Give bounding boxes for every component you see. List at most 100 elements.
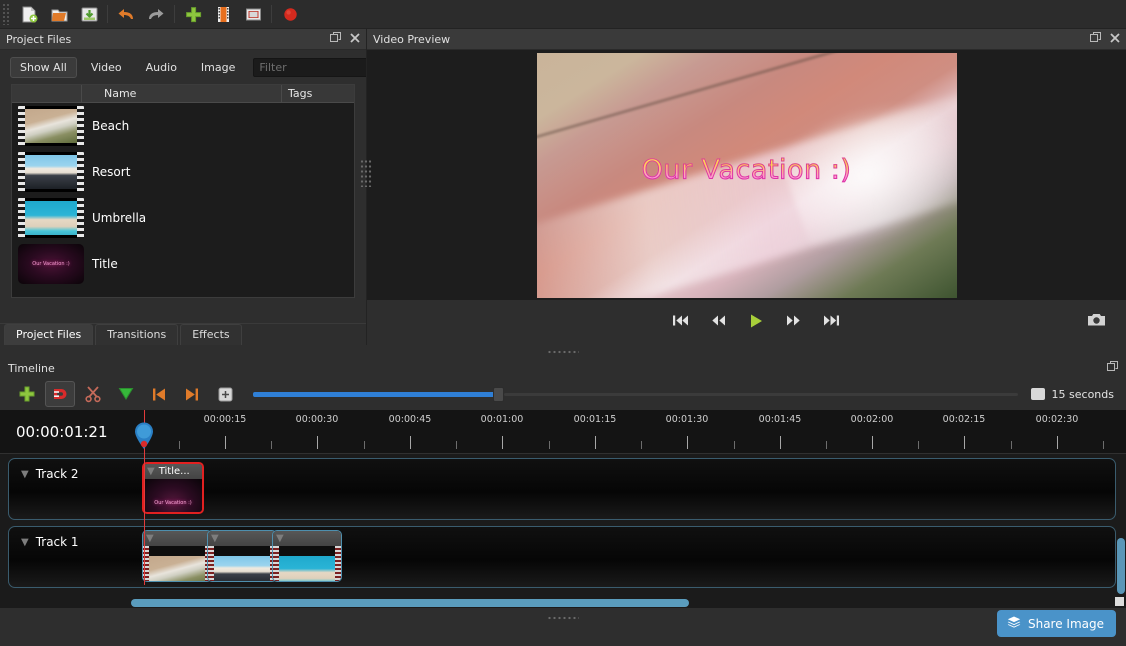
timeline-clip-resort[interactable]: ▼ — [207, 530, 277, 582]
zoom-slider-track — [504, 393, 1018, 396]
jump-to-start-button[interactable] — [672, 314, 689, 327]
thumbnail-image — [25, 109, 77, 143]
float-panel-icon[interactable] — [330, 32, 341, 46]
timeline-clip-beach[interactable]: ▼ — [142, 530, 212, 582]
jump-to-end-button[interactable] — [823, 314, 840, 327]
video-frame: Our Vacation :) — [537, 53, 957, 298]
toolbar-separator — [107, 5, 108, 23]
float-panel-icon[interactable] — [1090, 32, 1101, 46]
filter-show-all-button[interactable]: Show All — [10, 57, 77, 78]
ruler-label: 00:01:30 — [666, 414, 709, 425]
playhead-marker[interactable] — [133, 422, 155, 448]
redo-icon[interactable] — [141, 1, 171, 27]
clip-thumbnail — [208, 546, 276, 582]
save-frame-icon[interactable] — [1087, 312, 1106, 330]
previous-marker-button[interactable] — [144, 381, 174, 407]
timeline-zoom-slider[interactable] — [253, 384, 1018, 404]
ruler-tick-minor — [271, 441, 272, 449]
track-row-1[interactable]: ▼ Track 1 ▼ ▼ — [8, 526, 1116, 588]
undo-icon[interactable] — [111, 1, 141, 27]
export-video-icon[interactable] — [275, 1, 305, 27]
add-marker-button[interactable] — [111, 381, 141, 407]
clip-label: Title... — [159, 466, 190, 477]
file-thumbnail-resort — [18, 152, 84, 192]
tab-effects[interactable]: Effects — [180, 324, 241, 345]
panel-splitter-handle[interactable] — [360, 159, 372, 187]
rewind-button[interactable] — [710, 314, 727, 327]
file-name: Resort — [84, 165, 130, 179]
snapping-toggle-button[interactable] — [45, 381, 75, 407]
float-panel-icon[interactable] — [1107, 361, 1118, 375]
chevron-down-icon[interactable]: ▼ — [276, 533, 284, 544]
fullscreen-icon[interactable] — [238, 1, 268, 27]
play-button[interactable] — [748, 313, 764, 329]
tab-transitions[interactable]: Transitions — [95, 324, 178, 345]
timeline-ruler[interactable]: 00:00:01:21 00:00:15 00:00:30 00:00:45 0… — [0, 410, 1126, 454]
project-files-list[interactable]: Name Tags Beach Resort — [11, 84, 355, 298]
playback-controls — [367, 300, 1126, 341]
ruler-tick-minor — [1011, 441, 1012, 449]
clip-header: ▼ Title... — [144, 464, 202, 479]
chevron-down-icon[interactable]: ▼ — [146, 533, 154, 544]
project-files-title: Project Files — [6, 33, 330, 46]
save-project-icon[interactable] — [74, 1, 104, 27]
ruler-tick-major — [595, 436, 596, 449]
track-label-1: ▼ Track 1 — [21, 535, 79, 549]
ruler-tick-minor — [179, 441, 180, 449]
list-item[interactable]: Resort — [12, 149, 354, 195]
toolbar-drag-grip[interactable] — [2, 3, 10, 25]
ruler-label: 00:01:00 — [481, 414, 524, 425]
next-marker-button[interactable] — [177, 381, 207, 407]
new-project-icon[interactable] — [14, 1, 44, 27]
add-track-button[interactable] — [12, 381, 42, 407]
clip-image — [149, 556, 205, 582]
horizontal-splitter[interactable] — [0, 345, 1126, 358]
zoom-slider-handle[interactable] — [493, 387, 504, 402]
tab-project-files[interactable]: Project Files — [4, 324, 93, 345]
center-playhead-button[interactable] — [210, 381, 240, 407]
file-list-header: Name Tags — [12, 85, 354, 103]
choose-profile-icon[interactable] — [208, 1, 238, 27]
video-preview-stage[interactable]: Our Vacation :) — [367, 50, 1126, 300]
timeline-horizontal-scrollbar[interactable] — [131, 599, 689, 607]
chevron-down-icon[interactable]: ▼ — [21, 537, 29, 548]
close-panel-icon[interactable] — [350, 33, 360, 46]
thumbnail-image — [25, 155, 77, 189]
bottom-splitter[interactable] — [0, 611, 1126, 624]
upper-panels: Project Files Show All Video Audio — [0, 29, 1126, 345]
share-image-button[interactable]: Share Image — [997, 610, 1116, 637]
timeline-clip-umbrella[interactable]: ▼ — [272, 530, 342, 582]
timeline-body: 00:00:01:21 00:00:15 00:00:30 00:00:45 0… — [0, 410, 1126, 609]
ruler-tick-minor — [456, 441, 457, 449]
chevron-down-icon[interactable]: ▼ — [147, 466, 155, 477]
clip-header: ▼ — [273, 531, 341, 546]
close-panel-icon[interactable] — [1110, 33, 1120, 46]
chevron-down-icon[interactable]: ▼ — [21, 469, 29, 480]
ruler-label: 00:00:45 — [389, 414, 432, 425]
chevron-down-icon[interactable]: ▼ — [211, 533, 219, 544]
ruler-tick-minor — [826, 441, 827, 449]
razor-tool-button[interactable] — [78, 381, 108, 407]
panel-tab-bar: Project Files Transitions Effects — [0, 323, 366, 345]
ruler-tick-minor — [549, 441, 550, 449]
import-files-icon[interactable] — [178, 1, 208, 27]
list-item[interactable]: Our Vacation :) Title — [12, 241, 354, 287]
ruler-tick-major — [410, 436, 411, 449]
filter-image-button[interactable]: Image — [191, 57, 245, 78]
open-project-icon[interactable] — [44, 1, 74, 27]
timeline-tracks[interactable]: ▼ Track 2 ▼ Title... Our Vacation :) ▼ T… — [0, 454, 1126, 597]
track-name: Track 1 — [36, 535, 79, 549]
timeline-vertical-scrollbar[interactable] — [1117, 538, 1125, 594]
ruler-tick-minor — [734, 441, 735, 449]
fast-forward-button[interactable] — [785, 314, 802, 327]
track-label-2: ▼ Track 2 — [21, 467, 79, 481]
timeline-clip-title[interactable]: ▼ Title... Our Vacation :) — [142, 462, 204, 514]
tags-column-header[interactable]: Tags — [282, 85, 354, 102]
list-item[interactable]: Beach — [12, 103, 354, 149]
filter-video-button[interactable]: Video — [81, 57, 132, 78]
resize-corner[interactable] — [1115, 597, 1124, 606]
filter-audio-button[interactable]: Audio — [136, 57, 187, 78]
name-column-header[interactable]: Name — [82, 85, 282, 102]
list-item[interactable]: Umbrella — [12, 195, 354, 241]
track-row-2[interactable]: ▼ Track 2 ▼ Title... Our Vacation :) — [8, 458, 1116, 520]
